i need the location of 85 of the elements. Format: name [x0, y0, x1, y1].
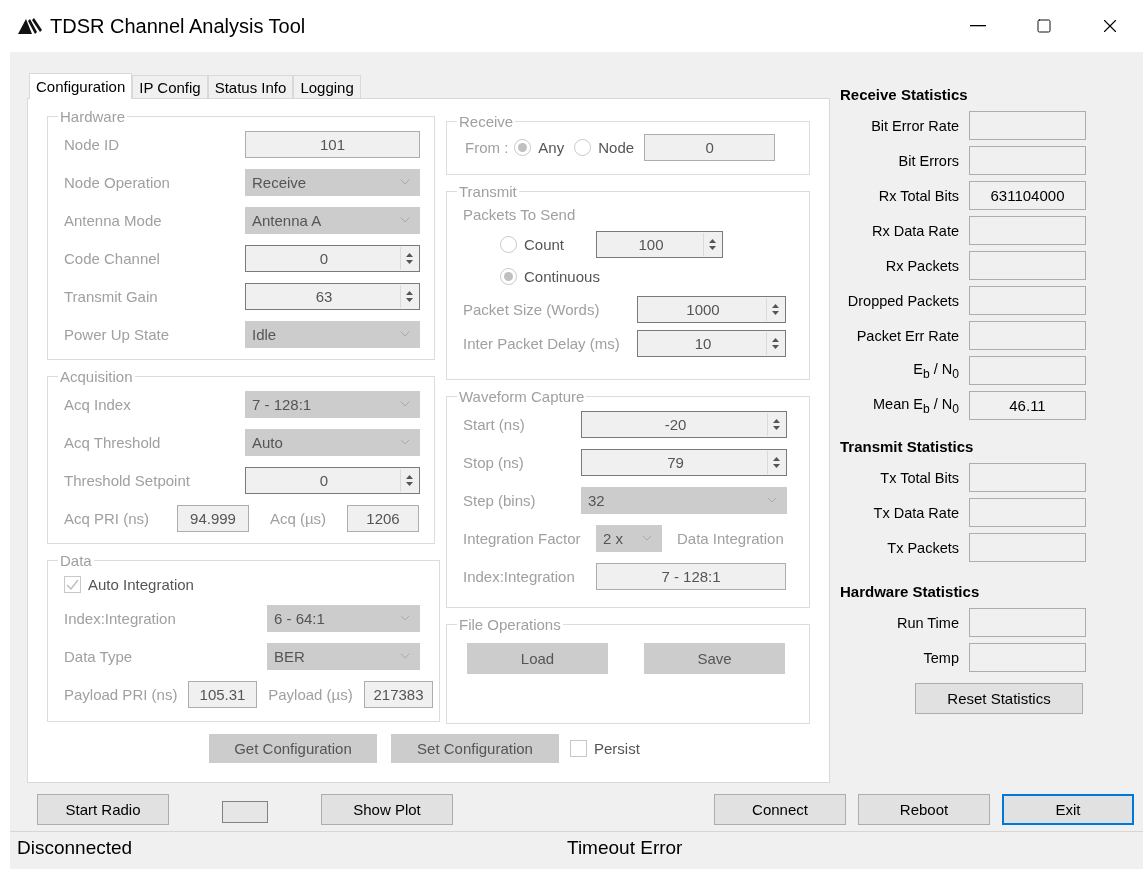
- radio-label: Node: [598, 138, 635, 156]
- field-label: Index:Integration: [463, 567, 576, 585]
- stat-field: 46.11: [969, 391, 1086, 420]
- minimize-icon: [970, 25, 986, 27]
- group-title: Data: [59, 552, 93, 569]
- field-label: Payload (µs): [267, 685, 354, 703]
- stat-label: Bit Errors: [897, 152, 960, 169]
- field-label: Acq Index: [64, 395, 132, 413]
- group-title: Transmit: [458, 183, 518, 200]
- reset-statistics-button[interactable]: Reset Statistics: [915, 683, 1083, 714]
- field-label: Data Type: [64, 647, 134, 665]
- field-label: Acq PRI (ns): [64, 509, 151, 527]
- stat-label: Tx Data Rate: [872, 504, 960, 521]
- status-text: Disconnected: [17, 837, 134, 859]
- group-title: Receive: [458, 113, 515, 130]
- window-title: TDSR Channel Analysis Tool: [50, 14, 307, 38]
- field-label: Payload PRI (ns): [64, 685, 179, 703]
- checkbox[interactable]: [570, 739, 587, 757]
- stat-label: Bit Error Rate: [870, 117, 960, 134]
- window-button[interactable]: Reboot: [858, 793, 990, 825]
- field-label: Start (ns): [463, 415, 526, 433]
- field-label: Acq Threshold: [64, 433, 162, 451]
- section-title: Receive Statistics: [840, 86, 969, 105]
- stat-label: Rx Data Rate: [870, 222, 960, 239]
- field-label: Power Up State: [64, 325, 171, 343]
- field-label: Acq (µs): [268, 509, 328, 527]
- up-down-arrows-icon: [405, 290, 413, 302]
- tab[interactable]: IP Config: [132, 75, 208, 98]
- group-title: Acquisition: [59, 368, 134, 385]
- radio-label: Continuous: [524, 267, 600, 285]
- status-indicator: [222, 801, 268, 823]
- radio-label: Any: [538, 138, 565, 156]
- stat-label: Packet Err Rate: [855, 327, 960, 344]
- get-configuration-button[interactable]: Get Configuration: [209, 733, 377, 763]
- field-label: Node ID: [64, 135, 121, 153]
- field-label: Threshold Setpoint: [64, 471, 191, 489]
- tab[interactable]: Logging: [293, 75, 361, 98]
- checkbox-label: Persist: [594, 739, 640, 757]
- field-label: Data Integration: [677, 529, 784, 547]
- stat-label: Rx Total Bits: [877, 187, 960, 204]
- section-title: Hardware Statistics: [840, 583, 981, 602]
- field-label: Step (bins): [463, 491, 537, 509]
- tab[interactable]: Status Info: [207, 75, 294, 98]
- section-title: Transmit Statistics: [840, 438, 975, 457]
- stat-label: Mean E$_{b}$ / N$_{0}$: [872, 395, 960, 416]
- up-down-arrows-icon: [405, 474, 413, 486]
- field-label: Inter Packet Delay (ms): [463, 334, 621, 352]
- up-down-arrows-icon: [708, 238, 716, 250]
- up-down-arrows-icon: [771, 337, 779, 349]
- field-label: Node Operation: [64, 173, 171, 191]
- field-label: Index:Integration: [64, 609, 177, 627]
- group-title: Hardware: [59, 108, 127, 125]
- up-down-arrows-icon: [772, 418, 780, 430]
- radio-label: Count: [524, 235, 566, 253]
- stat-label: Rx Packets: [884, 257, 960, 274]
- tab[interactable]: Configuration: [29, 73, 133, 99]
- window-button[interactable]: Connect: [714, 793, 846, 825]
- logo-icon: [18, 18, 42, 34]
- stat-label: Temp: [922, 649, 960, 666]
- status-text: Timeout Error: [567, 837, 683, 859]
- field-label: Code Channel: [64, 249, 161, 267]
- stat-label: Dropped Packets: [846, 292, 960, 309]
- maximize-icon: [1036, 18, 1052, 34]
- field-label: Transmit Gain: [64, 287, 159, 305]
- set-configuration-button[interactable]: Set Configuration: [391, 733, 559, 763]
- field-label: Integration Factor: [463, 529, 582, 547]
- toolbar-button[interactable]: Show Plot: [321, 793, 453, 825]
- up-down-arrows-icon: [405, 252, 413, 264]
- group-title: Waveform Capture: [458, 388, 586, 405]
- field-label: Antenna Mode: [64, 211, 163, 229]
- stat-field: 631104000: [969, 181, 1086, 210]
- stat-label: Tx Total Bits: [879, 469, 960, 486]
- up-down-arrows-icon: [771, 303, 779, 315]
- field-label: Stop (ns): [463, 453, 525, 471]
- stat-label: E$_{b}$ / N$_{0}$: [912, 360, 960, 381]
- stat-label: Tx Packets: [886, 539, 960, 556]
- stat-label: Run Time: [895, 614, 960, 631]
- window-button[interactable]: Exit: [1002, 793, 1134, 825]
- checkbox-label: Auto Integration: [88, 575, 194, 593]
- toolbar-button[interactable]: Start Radio: [37, 793, 169, 825]
- up-down-arrows-icon: [772, 456, 780, 468]
- group-title: File Operations: [458, 616, 562, 633]
- field-label: Packets To Send: [463, 205, 576, 223]
- field-label: From :: [465, 138, 509, 156]
- field-label: Packet Size (Words): [463, 300, 601, 318]
